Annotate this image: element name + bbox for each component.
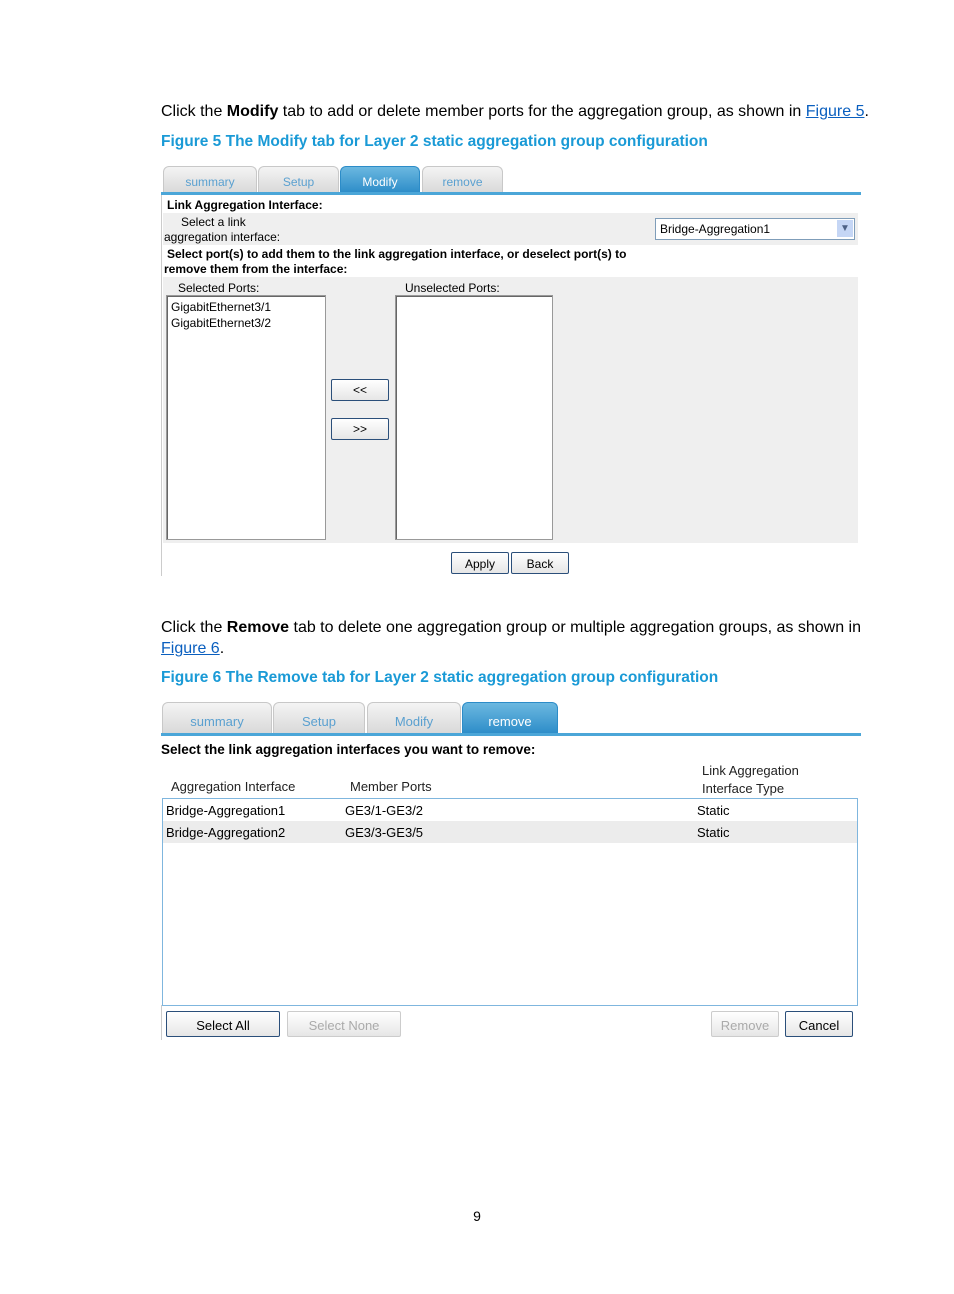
instruction-text: Select port(s) to add them to the link a… [167, 247, 627, 261]
page-number: 9 [473, 1208, 481, 1224]
tab-underline [161, 733, 861, 736]
column-header: Aggregation Interface [171, 779, 296, 794]
back-button[interactable]: Back [511, 552, 569, 574]
cancel-button[interactable]: Cancel [785, 1011, 853, 1037]
select-all-button[interactable]: Select All [166, 1011, 280, 1037]
select-label: aggregation interface: [164, 230, 281, 244]
add-ports-button[interactable]: << [331, 379, 389, 401]
tab-summary[interactable]: summary [162, 702, 272, 734]
tab-remove[interactable]: remove [462, 702, 558, 734]
modify-tab-screenshot: summary Setup Modify remove Link Aggrega… [161, 166, 861, 578]
figure-5-link[interactable]: Figure 5 [806, 103, 865, 120]
selected-ports-label: Selected Ports: [178, 281, 260, 295]
tab-setup[interactable]: Setup [273, 702, 365, 734]
tab-underline [161, 192, 861, 195]
unselected-ports-label: Unselected Ports: [405, 281, 500, 295]
remove-tab-screenshot: summary Setup Modify remove Select the l… [161, 702, 861, 1042]
aggregation-interface-select[interactable]: Bridge-Aggregation1 ▼ [655, 218, 855, 240]
list-item[interactable]: GigabitEthernet3/2 [171, 315, 325, 331]
figure-5-caption: Figure 5 The Modify tab for Layer 2 stat… [161, 133, 708, 150]
section-heading: Select the link aggregation interfaces y… [161, 742, 536, 757]
selected-ports-list[interactable]: GigabitEthernet3/1 GigabitEthernet3/2 [166, 295, 326, 540]
select-none-button[interactable]: Select None [287, 1011, 401, 1037]
column-header: Member Ports [350, 779, 432, 794]
tab-remove[interactable]: remove [422, 166, 503, 193]
apply-button[interactable]: Apply [451, 552, 509, 574]
column-header: Link Aggregation Interface Type [702, 763, 799, 796]
tab-setup[interactable]: Setup [258, 166, 339, 193]
aggregation-table: Bridge-Aggregation1 GE3/1-GE3/2 Static B… [162, 798, 858, 1006]
figure-6-caption: Figure 6 The Remove tab for Layer 2 stat… [161, 669, 719, 686]
instruction-text: remove them from the interface: [164, 262, 348, 276]
chevron-down-icon[interactable]: ▼ [837, 220, 853, 237]
unselected-ports-list[interactable] [395, 295, 553, 540]
figure-6-link[interactable]: Figure 6 [161, 640, 220, 657]
table-row[interactable]: Bridge-Aggregation2 GE3/3-GE3/5 Static [163, 821, 857, 843]
select-label: Select a link [181, 215, 246, 229]
document-page: Click the Modify tab to add or delete me… [0, 0, 954, 1294]
remove-ports-button[interactable]: >> [331, 418, 389, 440]
paragraph-remove: Click the Remove tab to delete one aggre… [161, 619, 861, 657]
list-item[interactable]: GigabitEthernet3/1 [171, 299, 325, 315]
paragraph-modify: Click the Modify tab to add or delete me… [161, 103, 869, 120]
tab-summary[interactable]: summary [163, 166, 257, 193]
remove-button[interactable]: Remove [711, 1011, 779, 1037]
tab-modify[interactable]: Modify [367, 702, 461, 734]
table-row[interactable]: Bridge-Aggregation1 GE3/1-GE3/2 Static [163, 799, 857, 821]
tab-modify[interactable]: Modify [340, 166, 420, 193]
section-heading: Link Aggregation Interface: [167, 198, 323, 212]
